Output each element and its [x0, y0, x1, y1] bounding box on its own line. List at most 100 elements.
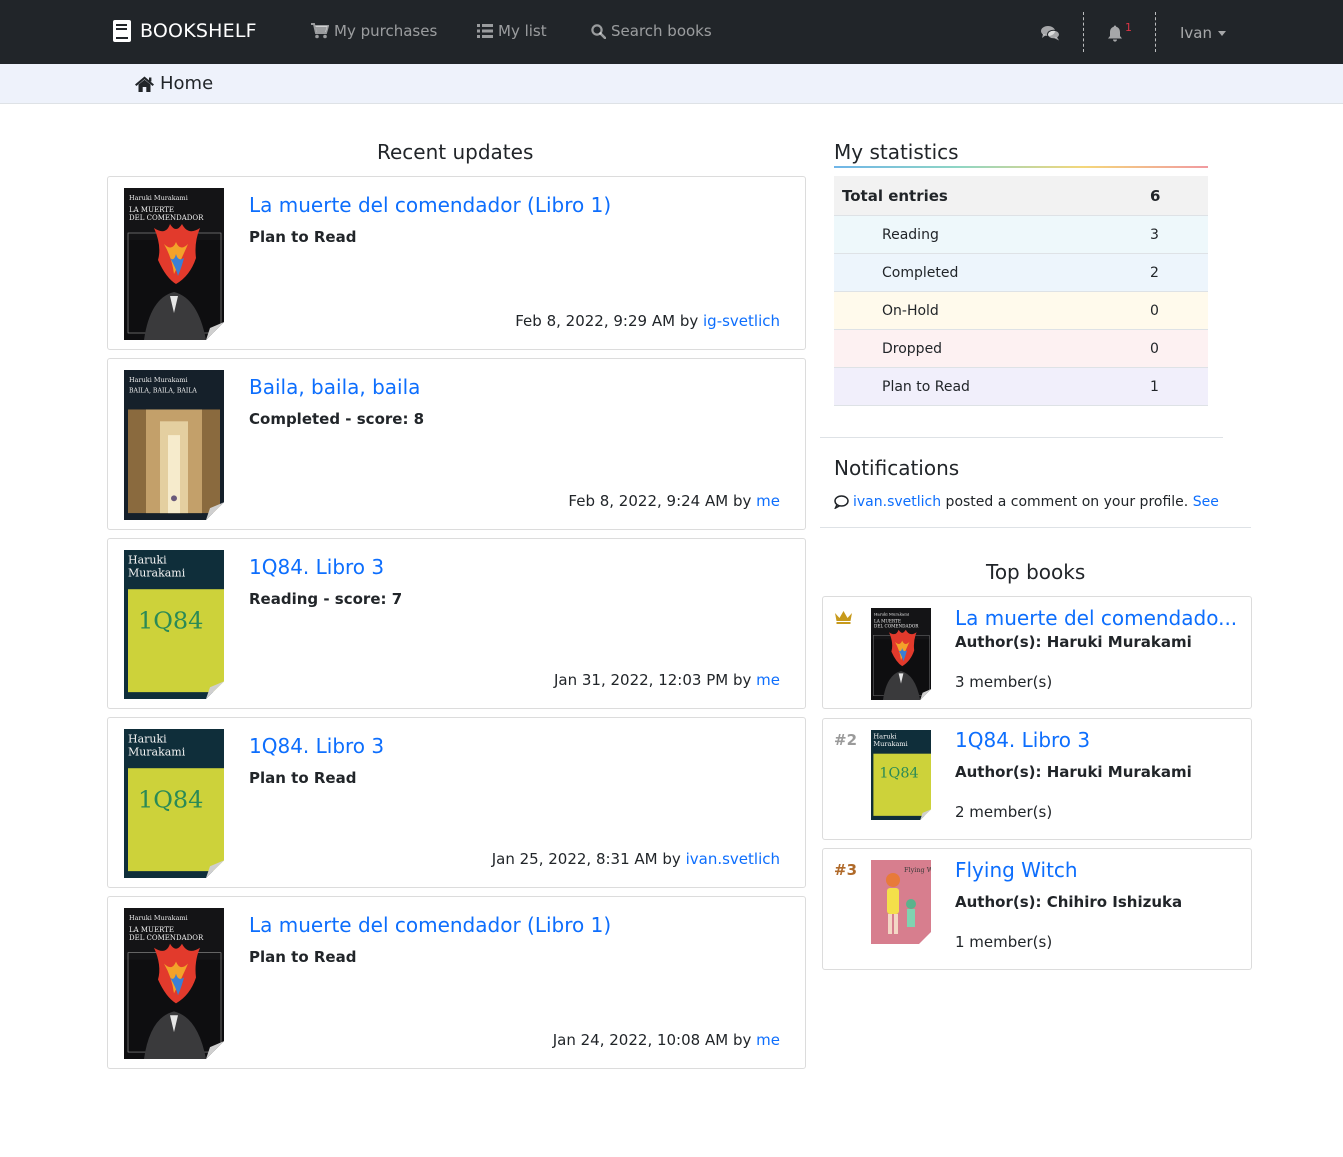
nav-label: My purchases	[334, 22, 438, 40]
update-card: Haruki Murakami LA MUERTE DEL COMENDADOR…	[107, 176, 806, 350]
book-cover[interactable]: Haruki Murakami LA MUERTE DEL COMENDADOR	[124, 188, 224, 340]
update-by: by	[679, 312, 699, 330]
update-user-link[interactable]: ivan.svetlich	[686, 850, 780, 868]
book-cover[interactable]: Haruki Murakami 1Q84	[124, 550, 224, 699]
top-book-title-link[interactable]: La muerte del comendado...	[955, 606, 1243, 630]
top-book-cover[interactable]: Flying Witch	[871, 860, 931, 944]
rank-label: #2	[834, 731, 858, 749]
breadcrumb-home: Home	[160, 73, 214, 94]
user-menu-dropdown[interactable]: Ivan	[1180, 24, 1226, 42]
nav-label: Search books	[611, 22, 712, 40]
top-book-members: 1 member(s)	[955, 933, 1053, 951]
update-card: Haruki Murakami LA MUERTE DEL COMENDADOR…	[107, 896, 806, 1069]
stats-row-label: Reading	[882, 227, 939, 243]
section-divider	[820, 527, 1251, 528]
section-divider	[820, 437, 1223, 438]
top-book-title-link[interactable]: Flying Witch	[955, 858, 1243, 882]
update-user-link[interactable]: ig-svetlich	[703, 312, 780, 330]
book-cover-image: Haruki Murakami BAILA, BAILA, BAILA	[124, 370, 224, 520]
stats-row-value: 3	[1150, 227, 1159, 243]
svg-text:Flying Witch: Flying Witch	[904, 866, 931, 874]
stats-row-value: 0	[1150, 341, 1159, 357]
svg-text:Haruki: Haruki	[128, 733, 167, 746]
update-meta: Jan 24, 2022, 10:08 AM by me	[553, 1031, 780, 1049]
statistics-table: Total entries 6 Reading 3 Completed 2 On…	[834, 176, 1208, 406]
breadcrumb[interactable]: Home	[135, 73, 213, 94]
top-book-members: 2 member(s)	[955, 803, 1053, 821]
svg-text:Haruki Murakami: Haruki Murakami	[874, 611, 910, 616]
stats-row-label: Completed	[882, 265, 959, 281]
top-navbar: BOOKSHELF My purchases My list Search bo…	[0, 0, 1343, 64]
update-card: Haruki Murakami 1Q84 1Q84. Libro 3 Plan …	[107, 717, 806, 888]
top-book-author: Author(s): Haruki Murakami	[955, 763, 1192, 781]
top-book-card: Haruki Murakami LA MUERTE DEL COMENDADOR…	[822, 596, 1252, 709]
svg-text:Haruki: Haruki	[873, 732, 896, 740]
update-date: Feb 8, 2022, 9:29 AM	[515, 312, 676, 330]
stats-row-label: Plan to Read	[882, 379, 970, 395]
svg-text:Haruki Murakami: Haruki Murakami	[129, 194, 188, 202]
stats-row-value: 1	[1150, 379, 1159, 395]
svg-text:Murakami: Murakami	[873, 740, 907, 748]
stats-row-label: On-Hold	[882, 303, 939, 319]
update-by: by	[732, 671, 752, 689]
book-cover-image: Flying Witch	[871, 860, 931, 944]
update-meta: Feb 8, 2022, 9:29 AM by ig-svetlich	[515, 312, 780, 330]
book-title-link[interactable]: Baila, baila, baila	[249, 375, 420, 399]
book-cover-image: Haruki Murakami LA MUERTE DEL COMENDADOR	[871, 608, 931, 700]
update-card: Haruki Murakami BAILA, BAILA, BAILA Bail…	[107, 358, 806, 530]
book-cover[interactable]: Haruki Murakami 1Q84	[124, 729, 224, 878]
svg-text:1Q84: 1Q84	[138, 607, 203, 635]
nav-my-list[interactable]: My list	[477, 22, 547, 40]
book-title-link[interactable]: La muerte del comendador (Libro 1)	[249, 193, 611, 217]
brand-link[interactable]: BOOKSHELF	[113, 20, 257, 42]
book-cover-image: Haruki Murakami 1Q84	[124, 550, 224, 699]
notification-user-link[interactable]: ivan.svetlich	[853, 494, 941, 510]
svg-text:Haruki: Haruki	[128, 554, 167, 567]
update-date: Jan 24, 2022, 10:08 AM	[552, 1031, 729, 1049]
book-title-link[interactable]: 1Q84. Libro 3	[249, 555, 384, 579]
recent-updates-title: Recent updates	[377, 140, 534, 164]
update-status: Reading - score: 7	[249, 590, 403, 608]
nav-my-purchases[interactable]: My purchases	[311, 22, 437, 40]
stats-row: Completed 2	[834, 254, 1208, 292]
update-meta: Feb 8, 2022, 9:24 AM by me	[568, 492, 780, 510]
notification-see-link[interactable]: See	[1193, 494, 1219, 510]
nav-divider	[1083, 12, 1084, 52]
book-cover-image: Haruki Murakami LA MUERTE DEL COMENDADOR	[124, 188, 224, 340]
brand-label: BOOKSHELF	[140, 20, 257, 42]
update-user-link[interactable]: me	[756, 1031, 780, 1049]
svg-text:Murakami: Murakami	[128, 567, 186, 580]
notification-text: posted a comment on your profile.	[941, 494, 1193, 510]
caret-down-icon	[1218, 30, 1226, 36]
svg-text:1Q84: 1Q84	[138, 786, 203, 814]
nav-divider	[1155, 12, 1156, 52]
stats-row-label: Dropped	[882, 341, 943, 357]
stats-row-value: 2	[1150, 265, 1159, 281]
stats-row-value: 0	[1150, 303, 1159, 319]
update-user-link[interactable]: me	[756, 671, 780, 689]
book-cover[interactable]: Haruki Murakami LA MUERTE DEL COMENDADOR	[124, 908, 224, 1059]
update-user-link[interactable]: me	[756, 492, 780, 510]
svg-text:Murakami: Murakami	[128, 746, 186, 759]
book-cover[interactable]: Haruki Murakami BAILA, BAILA, BAILA	[124, 370, 224, 520]
svg-text:LA MUERTE: LA MUERTE	[129, 926, 174, 934]
svg-text:Haruki Murakami: Haruki Murakami	[129, 376, 188, 384]
nav-search-books[interactable]: Search books	[591, 22, 712, 40]
comments-icon[interactable]	[1041, 25, 1060, 41]
top-book-cover[interactable]: Haruki Murakami 1Q84	[871, 730, 931, 820]
book-cover-image: Haruki Murakami 1Q84	[871, 730, 931, 820]
book-title-link[interactable]: 1Q84. Libro 3	[249, 734, 384, 758]
book-title-link[interactable]: La muerte del comendador (Libro 1)	[249, 913, 611, 937]
bell-icon[interactable]	[1107, 25, 1123, 42]
top-book-cover[interactable]: Haruki Murakami LA MUERTE DEL COMENDADOR	[871, 608, 931, 700]
svg-text:BAILA, BAILA, BAILA: BAILA, BAILA, BAILA	[129, 388, 197, 395]
update-by: by	[732, 1031, 752, 1049]
stats-total-label: Total entries	[842, 187, 948, 205]
update-by: by	[732, 492, 752, 510]
notifications-title: Notifications	[834, 456, 960, 480]
stats-row: Reading 3	[834, 216, 1208, 254]
notification-item: ivan.svetlich posted a comment on your p…	[834, 494, 1219, 510]
svg-text:Haruki Murakami: Haruki Murakami	[129, 914, 188, 922]
top-book-title-link[interactable]: 1Q84. Libro 3	[955, 728, 1243, 752]
update-meta: Jan 25, 2022, 8:31 AM by ivan.svetlich	[492, 850, 780, 868]
